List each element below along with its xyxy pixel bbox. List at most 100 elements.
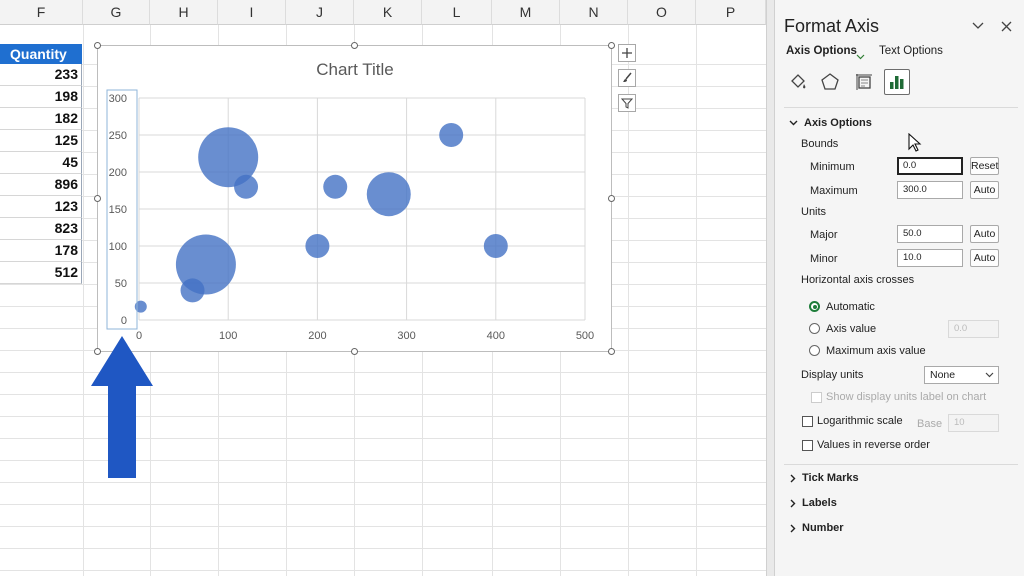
minor-auto-button[interactable]: Auto [970, 249, 999, 267]
resize-handle[interactable] [608, 348, 615, 355]
chevron-right-icon [790, 499, 796, 507]
display-units-label: Display units [801, 369, 864, 381]
chart-styles-icon[interactable] [618, 69, 636, 87]
quantity-cell[interactable]: 125 [0, 130, 82, 152]
tab-axis-options[interactable]: Axis Options [786, 45, 857, 57]
chart-filters-icon[interactable] [618, 94, 636, 112]
chevron-down-icon[interactable] [970, 18, 986, 34]
maximum-label: Maximum [810, 185, 858, 197]
display-units-select[interactable]: None [924, 366, 999, 384]
section-labels[interactable]: Labels [790, 497, 837, 509]
bubble-point[interactable] [366, 172, 411, 217]
resize-handle[interactable] [608, 195, 615, 202]
crosses-automatic-label[interactable]: Automatic [826, 301, 875, 313]
bubble-point[interactable] [175, 234, 236, 295]
column-header-h[interactable]: H [150, 0, 218, 25]
column-header-l[interactable]: L [422, 0, 492, 25]
crosses-axis-value-radio[interactable] [809, 323, 820, 334]
column-header-f[interactable]: F [0, 0, 83, 25]
quantity-cell[interactable]: 512 [0, 262, 82, 284]
log-base-input[interactable]: 10 [948, 414, 999, 432]
chevron-right-icon [790, 474, 796, 482]
crosses-axis-value-input[interactable]: 0.0 [948, 320, 999, 338]
gridline [0, 504, 766, 505]
chevron-down-icon[interactable] [856, 47, 865, 65]
size-properties-icon[interactable] [851, 69, 877, 95]
gridline [0, 526, 766, 527]
minor-label: Minor [810, 253, 838, 265]
column-header-i[interactable]: I [218, 0, 286, 25]
bubble-chart[interactable]: 0 50 100 150 200 250 300 0 100 200 300 400 500 Chart… [97, 45, 612, 352]
quantity-cell[interactable]: 896 [0, 174, 82, 196]
resize-handle[interactable] [94, 195, 101, 202]
reverse-order-checkbox[interactable] [802, 440, 813, 451]
quantity-cell[interactable]: 45 [0, 152, 82, 174]
quantity-cell[interactable]: 233 [0, 64, 82, 86]
quantity-cell[interactable]: 198 [0, 86, 82, 108]
pane-splitter[interactable] [766, 0, 775, 576]
base-label: Base [917, 418, 943, 430]
gridline [0, 482, 766, 483]
section-axis-options[interactable]: Axis Options [789, 117, 872, 129]
column-header-n[interactable]: N [560, 0, 628, 25]
show-units-label-checkbox[interactable] [811, 392, 822, 403]
maximum-bound-input[interactable]: 300.0 [897, 181, 963, 199]
quantity-cell[interactable]: 182 [0, 108, 82, 130]
minor-unit-input[interactable]: 10.0 [897, 249, 963, 267]
effects-icon[interactable] [817, 69, 843, 95]
resize-handle[interactable] [351, 348, 358, 355]
close-icon[interactable] [998, 18, 1014, 34]
gridline [0, 548, 766, 549]
column-header-g[interactable]: G [83, 0, 150, 25]
minimum-reset-button[interactable]: Reset [970, 157, 999, 175]
resize-handle[interactable] [94, 42, 101, 49]
major-label: Major [810, 229, 838, 241]
x-tick-label: 400 [487, 330, 505, 342]
y-tick-label: 250 [109, 130, 127, 142]
column-header-p[interactable]: P [696, 0, 766, 25]
column-header-j[interactable]: J [286, 0, 354, 25]
chevron-down-icon [789, 120, 798, 126]
column-header-k[interactable]: K [354, 0, 422, 25]
chart-title[interactable]: Chart Title [316, 60, 393, 79]
minimum-bound-input[interactable]: 0.0 [897, 157, 963, 175]
crosses-label: Horizontal axis crosses [801, 274, 915, 286]
resize-handle[interactable] [608, 42, 615, 49]
y-tick-label: 150 [109, 204, 127, 216]
crosses-maximum-label[interactable]: Maximum axis value [826, 345, 926, 357]
section-tick-marks[interactable]: Tick Marks [790, 472, 859, 484]
y-tick-label: 300 [109, 93, 127, 105]
add-chart-element-icon[interactable] [618, 44, 636, 62]
bubble-point[interactable] [305, 234, 330, 258]
crosses-axis-value-label[interactable]: Axis value [826, 323, 876, 335]
quantity-cell[interactable]: 178 [0, 240, 82, 262]
chevron-right-icon [790, 524, 796, 532]
bubble-point[interactable] [483, 234, 508, 258]
section-number[interactable]: Number [790, 522, 844, 534]
quantity-cell[interactable]: 123 [0, 196, 82, 218]
resize-handle[interactable] [351, 42, 358, 49]
maximum-auto-button[interactable]: Auto [970, 181, 999, 199]
minimum-label: Minimum [810, 161, 855, 173]
chevron-down-icon [985, 372, 994, 378]
reverse-order-label[interactable]: Values in reverse order [817, 439, 930, 451]
crosses-maximum-radio[interactable] [809, 345, 820, 356]
major-unit-input[interactable]: 50.0 [897, 225, 963, 243]
major-auto-button[interactable]: Auto [970, 225, 999, 243]
column-header-o[interactable]: O [628, 0, 696, 25]
tab-text-options[interactable]: Text Options [879, 45, 943, 57]
bubble-point[interactable] [323, 174, 348, 199]
quantity-column-header[interactable]: Quantity [0, 44, 82, 64]
divider [784, 464, 1018, 465]
bubble-point[interactable] [439, 123, 464, 147]
quantity-cell[interactable]: 823 [0, 218, 82, 240]
fill-line-icon[interactable] [785, 69, 811, 95]
spreadsheet-grid[interactable]: F G H I J K L M N O P Quantity 233 198 1… [0, 0, 766, 576]
bubble-point[interactable] [234, 174, 259, 199]
column-header-m[interactable]: M [492, 0, 560, 25]
mouse-cursor-icon [908, 132, 922, 158]
axis-options-icon[interactable] [884, 69, 910, 95]
log-scale-label[interactable]: Logarithmic scale [817, 415, 903, 427]
crosses-automatic-radio[interactable] [809, 301, 820, 312]
log-scale-checkbox[interactable] [802, 416, 813, 427]
